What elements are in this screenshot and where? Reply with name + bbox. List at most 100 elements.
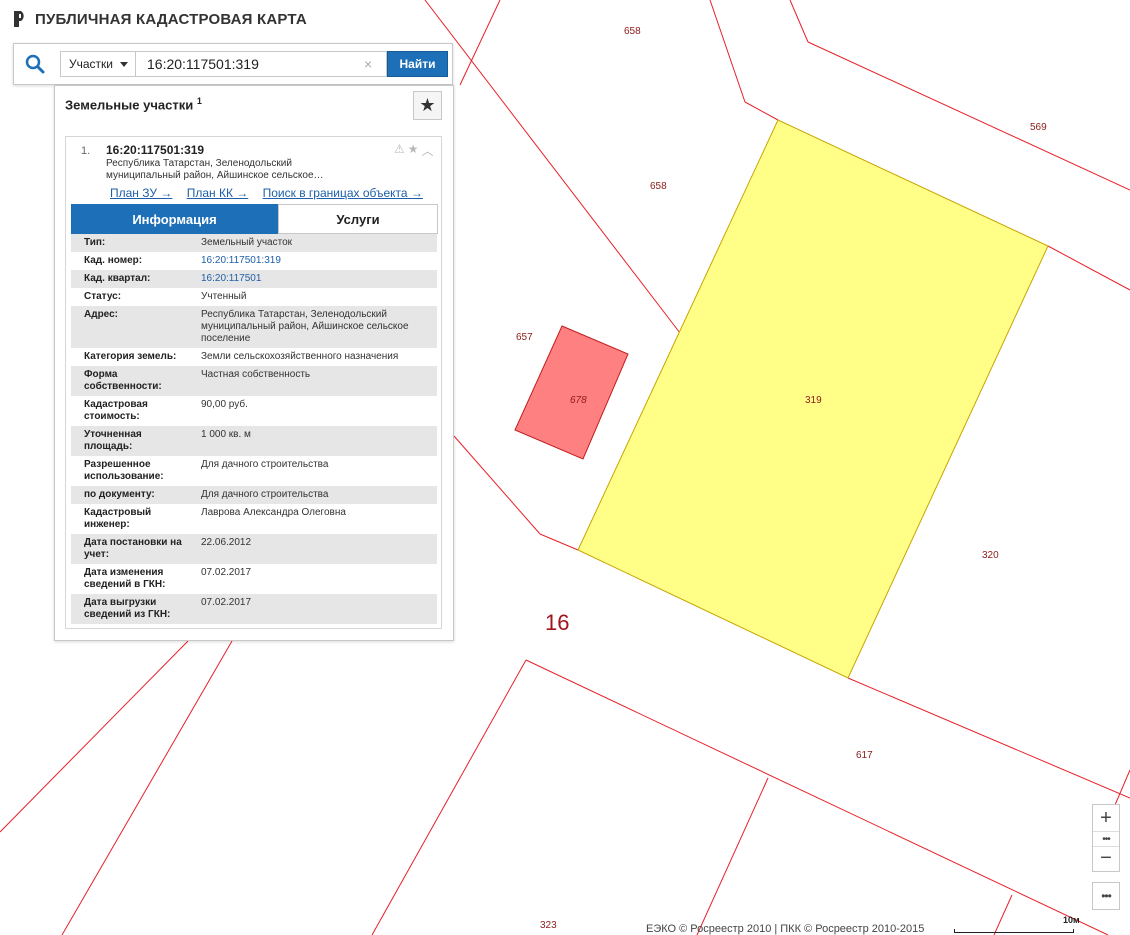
plan-kk-link[interactable]: План КК →: [187, 186, 249, 200]
favorites-button[interactable]: ★: [413, 91, 442, 120]
boundary-line: [61, 640, 233, 935]
boundary-line: [744, 101, 779, 121]
parcel-label-678: 678: [570, 395, 587, 406]
boundary-line: [371, 659, 527, 935]
star-icon: ★: [419, 95, 436, 115]
plan-zu-link[interactable]: План ЗУ →: [110, 186, 172, 200]
copyright-text: ЕЭКО © Росреестр 2010 | ПКК © Росреестр …: [646, 923, 925, 935]
field-key: Уточненная площадь:: [84, 429, 142, 452]
field-value-link[interactable]: 16:20:117501: [194, 270, 437, 288]
table-row: Кадастровый инженер: Лаврова Александра О…: [71, 504, 437, 534]
result-tabs: Информация Услуги: [71, 204, 438, 234]
boundary-line: [453, 435, 541, 535]
parcel-label-323: 323: [540, 920, 557, 931]
field-value: Учтенный: [201, 291, 247, 302]
search-type-select[interactable]: Участки: [60, 51, 136, 77]
field-key: по документу:: [84, 489, 155, 500]
table-row: Дата выгрузки сведений из ГКН: 07.02.2017: [71, 594, 437, 624]
field-key: Категория земель:: [84, 351, 177, 362]
card-actions: ⚠ ★ ︿: [394, 142, 434, 159]
parcel-label-658: 658: [650, 181, 667, 192]
search-bar: Участки × Найти: [13, 43, 453, 85]
search-icon[interactable]: [24, 53, 46, 75]
tab-services[interactable]: Услуги: [278, 204, 438, 234]
search-in-bounds-link[interactable]: Поиск в границах объекта →: [263, 186, 423, 200]
rosreestr-logo-icon: [14, 11, 24, 27]
tab-information[interactable]: Информация: [71, 204, 278, 234]
boundary-line: [847, 677, 1130, 799]
parcel-label-658: 658: [624, 26, 641, 37]
search-type-label: Участки: [69, 57, 113, 71]
table-row: Дата изменения сведений в ГКН: 07.02.2017: [71, 564, 437, 594]
clear-icon[interactable]: ×: [364, 55, 372, 73]
field-key: Кад. номер:: [84, 255, 143, 266]
boundary-line: [424, 0, 681, 334]
field-value: Земли сельскохозяйственного назначения: [201, 351, 399, 362]
table-row: Уточненная площадь: 1 000 кв. м: [71, 426, 437, 456]
find-button[interactable]: Найти: [387, 51, 448, 77]
field-value: Земельный участок: [201, 237, 293, 248]
boundary-line: [789, 0, 809, 43]
card-links: План ЗУ → План КК → Поиск в границах объ…: [110, 186, 434, 200]
star-icon[interactable]: ★: [408, 142, 419, 159]
results-count: 1: [196, 96, 202, 106]
info-table: Тип: Земельный участок Кад. номер: 16:20:1…: [71, 234, 437, 624]
search-input[interactable]: [135, 51, 387, 77]
field-key: Дата постановки на учет:: [84, 537, 182, 560]
result-address: Республика Татарстан, Зеленодольский мун…: [106, 158, 324, 181]
boundary-line: [539, 533, 579, 551]
table-row: по документу: Для дачного строительства: [71, 486, 437, 504]
field-value: Для дачного строительства: [201, 489, 329, 500]
boundary-line: [1114, 769, 1130, 806]
boundary-line: [1047, 245, 1130, 291]
parcel-label-617: 617: [856, 750, 873, 761]
field-key: Кадастровая стоимость:: [84, 399, 148, 422]
cadastral-block-number: 16: [545, 610, 569, 635]
boundary-line: [709, 0, 746, 103]
parcel-label-319: 319: [805, 395, 822, 406]
field-key: Кад. квартал:: [84, 273, 151, 284]
field-key: Дата выгрузки сведений из ГКН:: [84, 597, 171, 620]
field-value: 90,00 руб.: [201, 399, 248, 410]
table-row: Разрешенное использование: Для дачного ст…: [71, 456, 437, 486]
field-value: Лаврова Александра Олеговна: [201, 507, 346, 518]
table-row: Тип: Земельный участок: [71, 234, 437, 252]
panel-title: Земельные участки 1: [65, 96, 202, 112]
field-value-link[interactable]: 16:20:117501:319: [194, 252, 437, 270]
field-value: Для дачного строительства: [201, 459, 329, 470]
table-row: Форма собственности: Частная собственност…: [71, 366, 437, 396]
table-row: Адрес: Республика Татарстан, Зеленодольск…: [71, 306, 437, 348]
field-key: Дата изменения сведений в ГКН:: [84, 567, 166, 590]
zoom-in-button[interactable]: +: [1093, 806, 1119, 830]
scale-label: 10м: [1063, 915, 1080, 925]
result-index: 1.: [81, 145, 91, 157]
field-value: 07.02.2017: [201, 567, 252, 578]
panel-title-text: Земельные участки: [65, 97, 194, 113]
field-value: 22.06.2012: [201, 537, 252, 548]
zoom-out-button[interactable]: −: [1093, 846, 1119, 870]
boundary-line: [696, 777, 769, 935]
chevron-up-icon[interactable]: ︿: [422, 142, 434, 159]
result-cadastral-number[interactable]: 16:20:117501:319: [106, 143, 204, 157]
building-678[interactable]: [514, 325, 629, 460]
scale-bar: [954, 929, 1074, 933]
field-key: Разрешенное использование:: [84, 459, 164, 482]
parcel-label-569: 569: [1030, 122, 1047, 133]
zoom-levels-button[interactable]: •••: [1093, 831, 1119, 847]
table-row: Кад. номер: 16:20:117501:319: [71, 252, 437, 270]
field-key: Статус:: [84, 291, 122, 302]
more-tools-button[interactable]: •••: [1092, 882, 1120, 910]
chevron-down-icon: [120, 62, 128, 67]
table-row: Кад. квартал: 16:20:117501: [71, 270, 437, 288]
warning-icon[interactable]: ⚠: [394, 142, 405, 159]
results-panel: Земельные участки 1 ★ 1. 16:20:117501:31…: [54, 85, 454, 641]
table-row: Дата постановки на учет: 22.06.2012: [71, 534, 437, 564]
field-value: 1 000 кв. м: [201, 429, 251, 440]
boundary-line: [0, 640, 189, 833]
table-row: Категория земель: Земли сельскохозяйствен…: [71, 348, 437, 366]
result-card: 1. 16:20:117501:319 Республика Татарстан…: [65, 136, 442, 629]
field-value: Частная собственность: [201, 369, 311, 380]
field-value: Республика Татарстан, Зеленодольский мун…: [201, 309, 409, 344]
boundary-line: [525, 659, 1109, 935]
field-key: Тип:: [84, 237, 106, 248]
